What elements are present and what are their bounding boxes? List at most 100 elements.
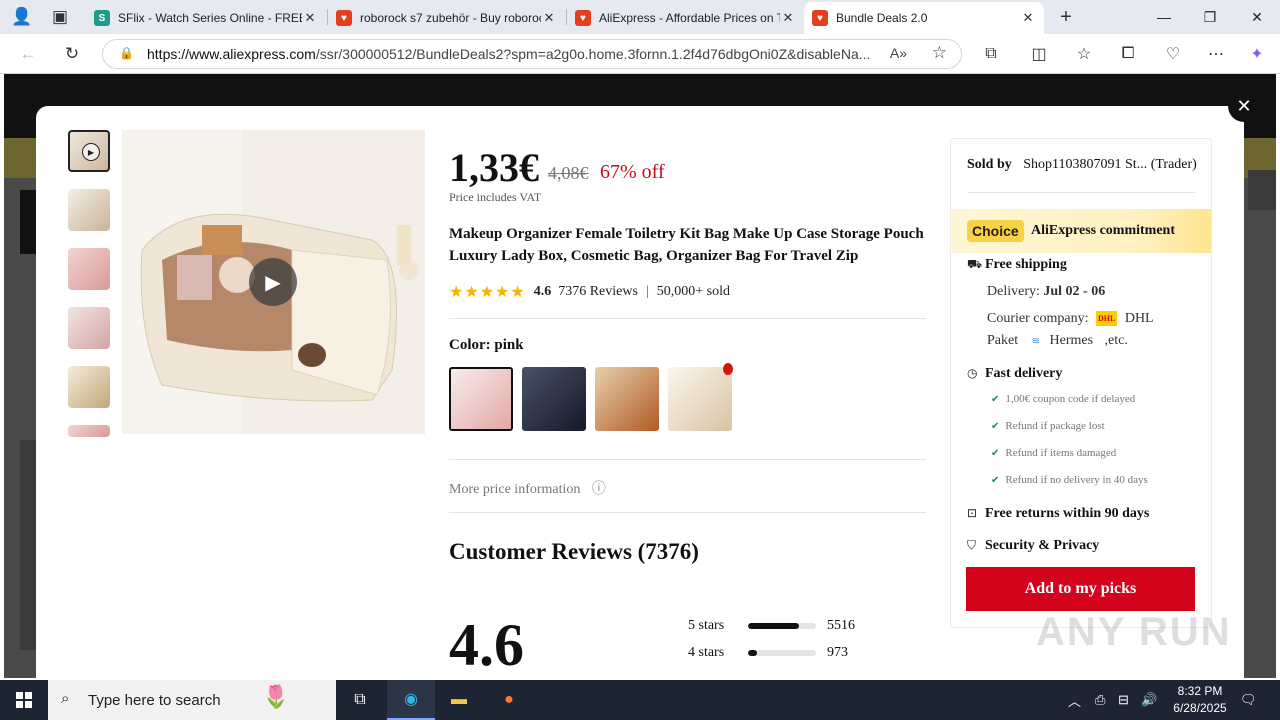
truck-icon: ⛟ — [967, 257, 983, 271]
fast-delivery-item-text: Refund if package lost — [1005, 420, 1105, 432]
tab-roborock[interactable]: ♥ roborock s7 zubehör - Buy roborock ✕ — [328, 2, 565, 34]
favorite-star-icon[interactable]: ☆ — [932, 43, 947, 63]
start-button[interactable] — [0, 680, 48, 720]
product-main-image[interactable]: ▶ — [122, 130, 425, 434]
fast-delivery-item: ✔ 1,00€ coupon code if delayed — [991, 393, 1135, 405]
product-title: Makeup Organizer Female Toiletry Kit Bag… — [449, 226, 924, 264]
task-view-icon[interactable]: ⧉ — [336, 680, 384, 720]
thumbnail-image[interactable] — [68, 307, 110, 349]
read-aloud-icon[interactable]: A» — [890, 45, 907, 61]
courier-label: Courier company: — [987, 311, 1089, 326]
add-to-picks-button[interactable]: Add to my picks — [966, 567, 1195, 611]
clock-time: 8:32 PM — [1177, 684, 1223, 698]
thumbnail-video[interactable]: ▶ — [68, 130, 110, 172]
lock-icon: 🔒 — [119, 46, 134, 60]
choice-commitment-banner: Choice AliExpress commitment — [951, 209, 1211, 253]
profile-icon[interactable]: 👤 — [8, 3, 36, 31]
info-icon[interactable]: ⓘ — [592, 482, 606, 497]
star-breakdown-row: 5 stars 5516 — [688, 618, 855, 634]
more-menu-icon[interactable]: ⋯ — [1203, 42, 1229, 66]
shield-icon: ⛉ — [967, 538, 977, 552]
thumbnail-image[interactable] — [68, 366, 110, 408]
swatch-beige[interactable] — [668, 367, 732, 431]
tab-bundle-deals[interactable]: ♥ Bundle Deals 2.0 ✕ — [804, 2, 1044, 34]
aliexpress-favicon-icon: ♥ — [812, 10, 828, 26]
star-breakdown-row: 4 stars 973 — [688, 645, 848, 661]
swatch-brown[interactable] — [595, 367, 659, 431]
volume-icon[interactable]: 🔊 — [1141, 680, 1157, 720]
courier-hermes: Hermes — [1049, 333, 1094, 348]
star-bar-fill — [748, 650, 757, 656]
free-returns: ⊡ Free returns within 90 days — [967, 506, 1149, 522]
security-privacy: ⛉ Security & Privacy — [967, 538, 1099, 554]
modal-close-icon[interactable]: ✕ — [1228, 90, 1260, 122]
seller-name-link[interactable]: Shop1103807091 St... (Trader) — [1023, 157, 1197, 172]
aliexpress-favicon-icon: ♥ — [575, 10, 591, 26]
window-close-icon[interactable]: ✕ — [1234, 0, 1280, 34]
discount-label: 67% off — [600, 161, 665, 183]
free-returns-label: Free returns within 90 days — [985, 506, 1150, 521]
thumbnail-image[interactable] — [68, 425, 110, 437]
choice-text: AliExpress commitment — [1031, 223, 1175, 238]
clock[interactable]: 8:32 PM 6/28/2025 — [1162, 683, 1238, 717]
review-count-link[interactable]: 7376 Reviews — [558, 284, 638, 300]
clock-date: 6/28/2025 — [1173, 701, 1227, 715]
star-count: 973 — [827, 645, 848, 660]
check-icon: ✔ — [991, 421, 1000, 432]
rating-value: 4.6 — [533, 284, 552, 299]
swatch-pink[interactable] — [449, 367, 513, 431]
tab-aliexpress[interactable]: ♥ AliExpress - Affordable Prices on To ✕ — [567, 2, 804, 34]
swatch-navy[interactable] — [522, 367, 586, 431]
file-explorer-icon[interactable]: ▬ — [435, 680, 483, 720]
show-hidden-icons[interactable]: ︿ — [1068, 680, 1081, 720]
extensions-icon[interactable]: ⧉ — [978, 42, 1004, 66]
thumbnail-image[interactable] — [68, 248, 110, 290]
minimize-icon[interactable]: — — [1141, 0, 1187, 34]
star-level-label: 4 stars — [688, 645, 725, 660]
more-price-label: More price information — [449, 482, 581, 497]
check-icon: ✔ — [991, 448, 1000, 459]
favorites-icon[interactable]: ☆ — [1071, 42, 1097, 66]
tab-title: AliExpress - Affordable Prices on To — [599, 11, 780, 25]
courier-etc: ,etc. — [1104, 333, 1128, 348]
address-toolbar: ← ↻ 🔒 https://www.aliexpress.com/ssr/300… — [0, 34, 1280, 74]
refresh-icon[interactable]: ↻ — [58, 40, 86, 68]
restore-icon[interactable]: ❐ — [1187, 0, 1233, 34]
close-tab-icon[interactable]: ✕ — [302, 10, 318, 26]
close-tab-icon[interactable]: ✕ — [1020, 10, 1036, 26]
taskbar-search-box[interactable]: ⌕ Type here to search 🌷 — [48, 680, 336, 720]
play-video-icon[interactable]: ▶ — [249, 258, 297, 306]
browser-essentials-icon[interactable]: ♡ — [1160, 42, 1186, 66]
free-shipping: ⛟ Free shipping — [967, 257, 1067, 273]
notifications-icon[interactable]: 🗨 — [1240, 680, 1257, 720]
new-tab-icon[interactable]: + — [1052, 3, 1080, 31]
edge-taskbar-icon[interactable]: ◉ — [387, 680, 435, 720]
close-tab-icon[interactable]: ✕ — [780, 10, 796, 26]
courier-paket: Paket — [987, 333, 1019, 348]
tab-sflix[interactable]: S SFlix - Watch Series Online - FREE ✕ — [86, 2, 326, 34]
split-screen-icon[interactable]: ◫ — [1026, 42, 1052, 66]
device-icon[interactable]: ⎙ — [1095, 680, 1105, 720]
windows-taskbar: ⌕ Type here to search 🌷 ⧉ ◉ ▬ ● ︿ ⎙ ⊟ 🔊 … — [0, 680, 1280, 720]
star-bar-fill — [748, 623, 799, 629]
choice-badge: Choice — [967, 220, 1024, 242]
firefox-icon[interactable]: ● — [485, 680, 533, 720]
divider — [967, 192, 1195, 193]
more-price-info[interactable]: More price information ⓘ — [449, 478, 606, 498]
close-tab-icon[interactable]: ✕ — [541, 10, 557, 26]
tab-title: SFlix - Watch Series Online - FREE — [118, 11, 302, 25]
network-icon[interactable]: ⊟ — [1118, 680, 1129, 720]
copilot-icon[interactable]: ✦ — [1244, 42, 1270, 66]
collections-icon[interactable]: ⧠ — [1115, 42, 1141, 66]
divider — [449, 512, 926, 513]
vat-note: Price includes VAT — [449, 190, 542, 204]
search-placeholder: Type here to search — [88, 691, 221, 709]
address-bar[interactable]: 🔒 https://www.aliexpress.com/ssr/3000005… — [102, 39, 962, 69]
clock-icon: ◷ — [967, 366, 978, 380]
tab-actions-icon[interactable]: ▣ — [46, 3, 74, 31]
tab-title: roborock s7 zubehör - Buy roborock — [360, 11, 541, 25]
fast-delivery-item-text: Refund if items damaged — [1005, 447, 1117, 459]
product-quick-view-modal: ▶ ▶ 1,33€ 4,08€ 67% off Price includes V… — [36, 106, 1244, 678]
back-icon[interactable]: ← — [14, 40, 42, 68]
thumbnail-image[interactable] — [68, 189, 110, 231]
